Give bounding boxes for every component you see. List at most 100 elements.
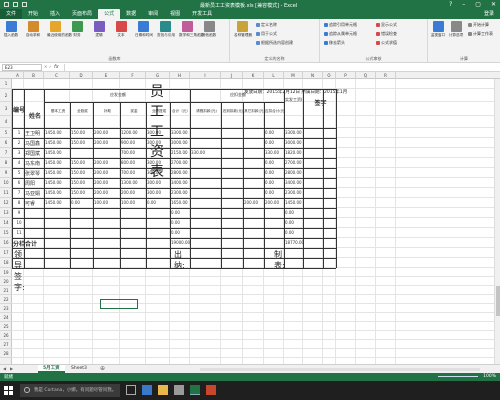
- col-header-J[interactable]: J: [221, 72, 243, 79]
- minimize-icon[interactable]: –: [462, 1, 465, 8]
- formula-input[interactable]: [64, 64, 494, 71]
- tab-4[interactable]: 公式: [98, 9, 121, 19]
- col-header-M[interactable]: M: [284, 72, 303, 79]
- login-link[interactable]: 登录: [478, 9, 500, 19]
- file-explorer-icon[interactable]: [158, 385, 168, 395]
- worksheet-grid[interactable]: 员工工资表 发放日期：2015年2月12日 所属日期：2015年1月 编号 姓名应…: [12, 79, 500, 374]
- col-header-K[interactable]: K: [243, 72, 264, 79]
- col-header-N[interactable]: N: [303, 72, 323, 79]
- calc-item-1[interactable]: 计算工作表: [468, 31, 493, 37]
- calc-item-0[interactable]: 开始计算: [468, 22, 489, 28]
- auditing-item-3[interactable]: 显示公式: [376, 22, 397, 28]
- tab-3[interactable]: 页面布局: [66, 9, 98, 19]
- calc-btn-1[interactable]: 计算选项: [448, 21, 464, 37]
- edge-browser-icon[interactable]: [142, 385, 152, 395]
- row-header-16[interactable]: 16: [0, 238, 12, 248]
- auditing-item-4[interactable]: 错误检查: [376, 31, 397, 37]
- row-header-1[interactable]: 1: [0, 79, 12, 89]
- row-header-14[interactable]: 14: [0, 218, 12, 228]
- col-header-R[interactable]: R: [376, 72, 396, 79]
- tab-2[interactable]: 插入: [44, 9, 66, 19]
- row-header-23[interactable]: 23: [0, 304, 12, 313]
- tab-5[interactable]: 数据: [120, 9, 142, 19]
- sheet-next-icon[interactable]: ▶: [10, 366, 13, 371]
- name-box[interactable]: E23: [2, 64, 42, 71]
- defined-names-item-1[interactable]: 用于公式: [256, 31, 277, 37]
- selected-cell[interactable]: [100, 299, 138, 309]
- col-header-D[interactable]: D: [70, 72, 93, 79]
- col-header-F[interactable]: F: [120, 72, 146, 79]
- row-header-21[interactable]: 21: [0, 286, 12, 295]
- row-header-8[interactable]: 8: [0, 158, 12, 168]
- ribbon-btn-9[interactable]: 其他函数: [201, 21, 217, 37]
- row-header-15[interactable]: 15: [0, 228, 12, 238]
- horizontal-scrollbar[interactable]: [200, 368, 480, 371]
- tab-6[interactable]: 审阅: [142, 9, 164, 19]
- store-icon[interactable]: [174, 385, 184, 395]
- row-header-6[interactable]: 6: [0, 138, 12, 148]
- ribbon-btn-2[interactable]: 最近使用的函数: [47, 21, 72, 37]
- row-header-9[interactable]: 9: [0, 168, 12, 178]
- ribbon-btn-8[interactable]: 数学和三角函数: [179, 21, 204, 37]
- row-header-24[interactable]: 24: [0, 313, 12, 322]
- col-header-O[interactable]: O: [323, 72, 336, 79]
- tab-7[interactable]: 视图: [164, 9, 186, 19]
- row-header-12[interactable]: 12: [0, 198, 12, 208]
- row-header-19[interactable]: 19: [0, 268, 12, 277]
- col-header-B[interactable]: B: [24, 72, 44, 79]
- row-header-11[interactable]: 11: [0, 188, 12, 198]
- excel-taskbar-icon[interactable]: [190, 385, 200, 395]
- tab-0[interactable]: 文件: [0, 9, 23, 19]
- auditing-item-1[interactable]: 追踪从属单元格: [324, 31, 357, 37]
- auditing-item-2[interactable]: 移去箭头: [324, 40, 345, 46]
- col-header-P[interactable]: P: [336, 72, 356, 79]
- maximize-icon[interactable]: ▢: [475, 1, 481, 8]
- col-header-G[interactable]: G: [146, 72, 170, 79]
- row-header-7[interactable]: 7: [0, 148, 12, 158]
- zoom-level[interactable]: 100%: [483, 374, 496, 379]
- formula-cancel-enter-icons[interactable]: ✕ ✓: [44, 64, 52, 69]
- sheet-tab-sheet3[interactable]: Sheet3: [66, 365, 92, 373]
- sheet-tab-active[interactable]: 5月工资: [38, 365, 65, 373]
- row-header-20[interactable]: 20: [0, 277, 12, 286]
- row-header-25[interactable]: 25: [0, 322, 12, 331]
- tab-8[interactable]: 开发工具: [186, 9, 218, 19]
- row-header-13[interactable]: 13: [0, 208, 12, 218]
- insert-function-icon[interactable]: fx: [54, 64, 59, 70]
- col-header-H[interactable]: H: [170, 72, 190, 79]
- ribbon-btn-6[interactable]: 日期和时间: [135, 21, 153, 37]
- app-taskbar-icon[interactable]: [206, 385, 216, 395]
- sheet-prev-icon[interactable]: ◀: [3, 366, 6, 371]
- col-header-L[interactable]: L: [264, 72, 284, 79]
- col-header-C[interactable]: C: [44, 72, 70, 79]
- zoom-slider[interactable]: [438, 376, 478, 377]
- ribbon-btn-5[interactable]: 文本: [113, 21, 129, 37]
- help-icon[interactable]: ?: [449, 1, 452, 8]
- add-sheet-icon[interactable]: ⊕: [100, 365, 105, 372]
- col-header-I[interactable]: I: [190, 72, 221, 79]
- row-header-22[interactable]: 22: [0, 295, 12, 304]
- close-icon[interactable]: ✕: [491, 1, 496, 8]
- defined-names-item-2[interactable]: 根据所选内容创建: [256, 40, 293, 46]
- row-header-10[interactable]: 10: [0, 178, 12, 188]
- row-header-26[interactable]: 26: [0, 331, 12, 340]
- ribbon-btn-0[interactable]: 插入函数: [3, 21, 19, 37]
- row-header-18[interactable]: 18: [0, 258, 12, 268]
- ribbon-btn-4[interactable]: 逻辑: [91, 21, 107, 37]
- col-header-A[interactable]: A: [12, 72, 24, 79]
- row-header-28[interactable]: 28: [0, 349, 12, 358]
- ribbon-btn-1[interactable]: 自动求和: [25, 21, 41, 37]
- row-header-4[interactable]: 4: [0, 116, 12, 128]
- row-header-3[interactable]: 3: [0, 102, 12, 116]
- windows-start-icon[interactable]: [4, 386, 13, 395]
- cortana-search-box[interactable]: 我是 Cortana，小娜。有问题尽管问我。: [20, 384, 120, 397]
- ribbon-btn-3[interactable]: 财务: [69, 21, 85, 37]
- auditing-item-0[interactable]: 追踪引用单元格: [324, 22, 357, 28]
- defined-names-item-0[interactable]: 定义名称: [256, 22, 277, 28]
- row-header-17[interactable]: 17: [0, 248, 12, 258]
- redo-icon[interactable]: [22, 2, 27, 7]
- col-header-E[interactable]: E: [93, 72, 120, 79]
- row-header-27[interactable]: 27: [0, 340, 12, 349]
- undo-icon[interactable]: [13, 2, 18, 7]
- col-header-Q[interactable]: Q: [356, 72, 376, 79]
